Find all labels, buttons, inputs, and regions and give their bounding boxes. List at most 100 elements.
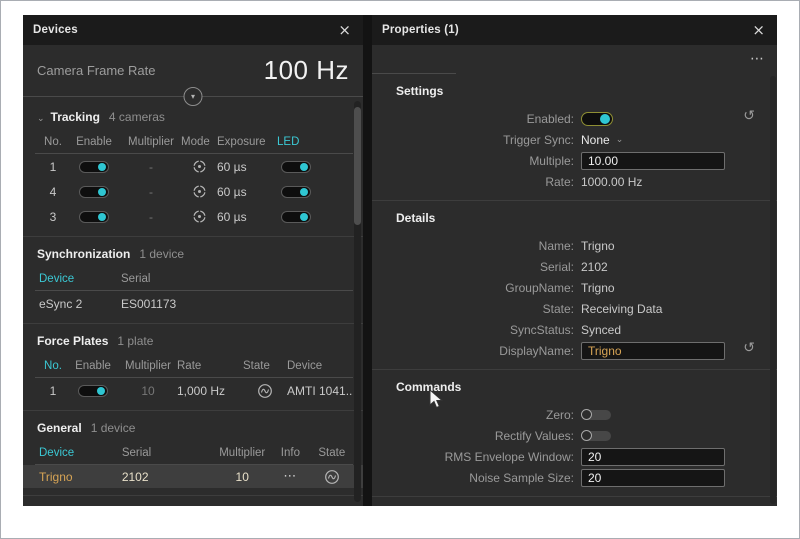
enable-toggle[interactable] (78, 385, 108, 397)
rectify-values-toggle[interactable] (583, 431, 611, 441)
mode-cell[interactable] (181, 159, 217, 174)
force-plates-section-header[interactable]: Force Plates 1 plate (23, 331, 363, 352)
col-enable[interactable]: Enable (67, 136, 121, 148)
properties-close-icon[interactable]: × (750, 23, 767, 38)
displayname-input[interactable] (581, 342, 725, 360)
devices-panel: Devices × Camera Frame Rate 100 Hz ▾ ⌄ T… (23, 15, 363, 506)
displayname-label: DisplayName: (396, 344, 574, 358)
synchronization-section-header[interactable]: Synchronization 1 device (23, 244, 363, 265)
enabled-row: Enabled: ↺ (396, 108, 763, 129)
tracking-section-header[interactable]: ⌄ Tracking 4 cameras (23, 107, 363, 128)
rms-envelope-input[interactable] (581, 448, 725, 466)
multiplier-value: - (121, 185, 181, 199)
commands-group-title: Commands (396, 380, 763, 394)
force-plates-count: 1 plate (117, 334, 153, 348)
device-name: eSync 2 (39, 297, 121, 311)
rectify-values-label: Rectify Values: (396, 429, 574, 443)
led-toggle[interactable] (281, 161, 311, 173)
device-serial: 2102 (122, 470, 214, 484)
plate-number: 1 (39, 384, 67, 398)
trigger-sync-dropdown[interactable]: None ⌄ (581, 133, 623, 147)
col-state[interactable]: State (243, 360, 287, 372)
enable-toggle[interactable] (79, 211, 109, 223)
col-rate[interactable]: Rate (177, 360, 243, 372)
col-serial[interactable]: Serial (122, 447, 214, 459)
details-group-title: Details (396, 211, 763, 225)
force-plates-section: Force Plates 1 plate No. Enable Multipli… (23, 324, 363, 411)
properties-panel-title: Properties (1) (382, 24, 459, 36)
rate-value: 1000.00 Hz (581, 175, 642, 189)
devices-scrollbar[interactable] (354, 101, 361, 502)
trigger-sync-row: Trigger Sync: None ⌄ (396, 129, 763, 150)
reset-icon[interactable]: ↺ (743, 109, 755, 123)
syncstatus-value: Synced (581, 323, 621, 337)
enabled-label: Enabled: (396, 112, 574, 126)
col-device[interactable]: Device (39, 447, 122, 459)
col-led[interactable]: LED (275, 136, 319, 148)
camera-number: 1 (39, 160, 67, 174)
col-device[interactable]: Device (39, 273, 121, 285)
multiple-input[interactable] (581, 152, 725, 170)
general-title: General (37, 421, 82, 435)
col-multiplier[interactable]: Multiplier (214, 447, 270, 459)
serial-label: Serial: (396, 260, 574, 274)
enable-toggle[interactable] (79, 186, 109, 198)
frame-rate-expander-button[interactable]: ▾ (184, 87, 203, 106)
sync-device-row[interactable]: eSync 2 ES001173 (23, 291, 363, 316)
properties-titlebar: Properties (1) × (372, 15, 777, 45)
camera-row[interactable]: 3 - 60 µs (23, 204, 363, 229)
general-section-header[interactable]: General 1 device (23, 418, 363, 439)
zero-toggle[interactable] (583, 410, 611, 420)
led-toggle[interactable] (281, 211, 311, 223)
col-multiplier[interactable]: Multiplier (119, 360, 177, 372)
docking-area: Devices × Camera Frame Rate 100 Hz ▾ ⌄ T… (23, 15, 777, 506)
overflow-menu-icon[interactable]: ⋯ (750, 51, 765, 67)
mode-cell[interactable] (181, 209, 217, 224)
zero-label: Zero: (396, 408, 574, 422)
col-serial[interactable]: Serial (121, 273, 353, 285)
synchronization-count: 1 device (139, 247, 184, 261)
syncstatus-row: SyncStatus: Synced (396, 319, 763, 340)
general-count: 1 device (91, 421, 136, 435)
multiple-row: Multiple: (396, 150, 763, 171)
properties-scrollbar[interactable] (770, 76, 776, 504)
devices-titlebar: Devices × (23, 15, 363, 45)
exposure-value: 60 µs (217, 185, 275, 199)
col-enable[interactable]: Enable (67, 360, 119, 372)
enabled-toggle[interactable] (581, 112, 613, 126)
multiplier-value: 10 (214, 470, 270, 484)
info-ellipsis-icon[interactable]: ⋯ (283, 469, 297, 484)
multiplier-value: - (121, 210, 181, 224)
col-no[interactable]: No. (39, 136, 67, 148)
tracking-title: Tracking (51, 110, 100, 124)
settings-group-title: Settings (396, 84, 763, 98)
col-multiplier[interactable]: Multiplier (121, 136, 181, 148)
state-value: Receiving Data (581, 302, 662, 316)
mode-cell[interactable] (181, 184, 217, 199)
tracking-mode-icon (192, 159, 207, 174)
devices-close-icon[interactable]: × (336, 23, 353, 38)
general-device-row-selected[interactable]: Trigno 2102 10 ⋯ (23, 465, 363, 488)
frame-rate-value[interactable]: 100 Hz (264, 55, 349, 86)
reset-icon[interactable]: ↺ (743, 341, 755, 355)
force-plate-row[interactable]: 1 10 1,000 Hz AMTI 1041... (23, 378, 363, 403)
col-device[interactable]: Device (287, 360, 353, 372)
col-info[interactable]: Info (270, 447, 310, 459)
enable-toggle[interactable] (79, 161, 109, 173)
col-exposure[interactable]: Exposure (217, 136, 275, 148)
rate-row: Rate: 1000.00 Hz (396, 171, 763, 192)
col-mode[interactable]: Mode (181, 136, 217, 148)
noise-sample-input[interactable] (581, 469, 725, 487)
tracking-table-header: No. Enable Multiplier Mode Exposure LED (23, 131, 363, 153)
col-no[interactable]: No. (39, 360, 67, 372)
col-state[interactable]: State (311, 447, 353, 459)
scrollbar-thumb[interactable] (354, 107, 361, 225)
led-toggle[interactable] (281, 186, 311, 198)
trigger-sync-label: Trigger Sync: (396, 133, 574, 147)
camera-row[interactable]: 4 - 60 µs (23, 179, 363, 204)
panel-divider[interactable] (363, 15, 372, 506)
state-row: State: Receiving Data (396, 298, 763, 319)
chevron-down-icon: ▾ (191, 92, 195, 101)
camera-row[interactable]: 1 - 60 µs (23, 154, 363, 179)
force-plates-title: Force Plates (37, 334, 108, 348)
